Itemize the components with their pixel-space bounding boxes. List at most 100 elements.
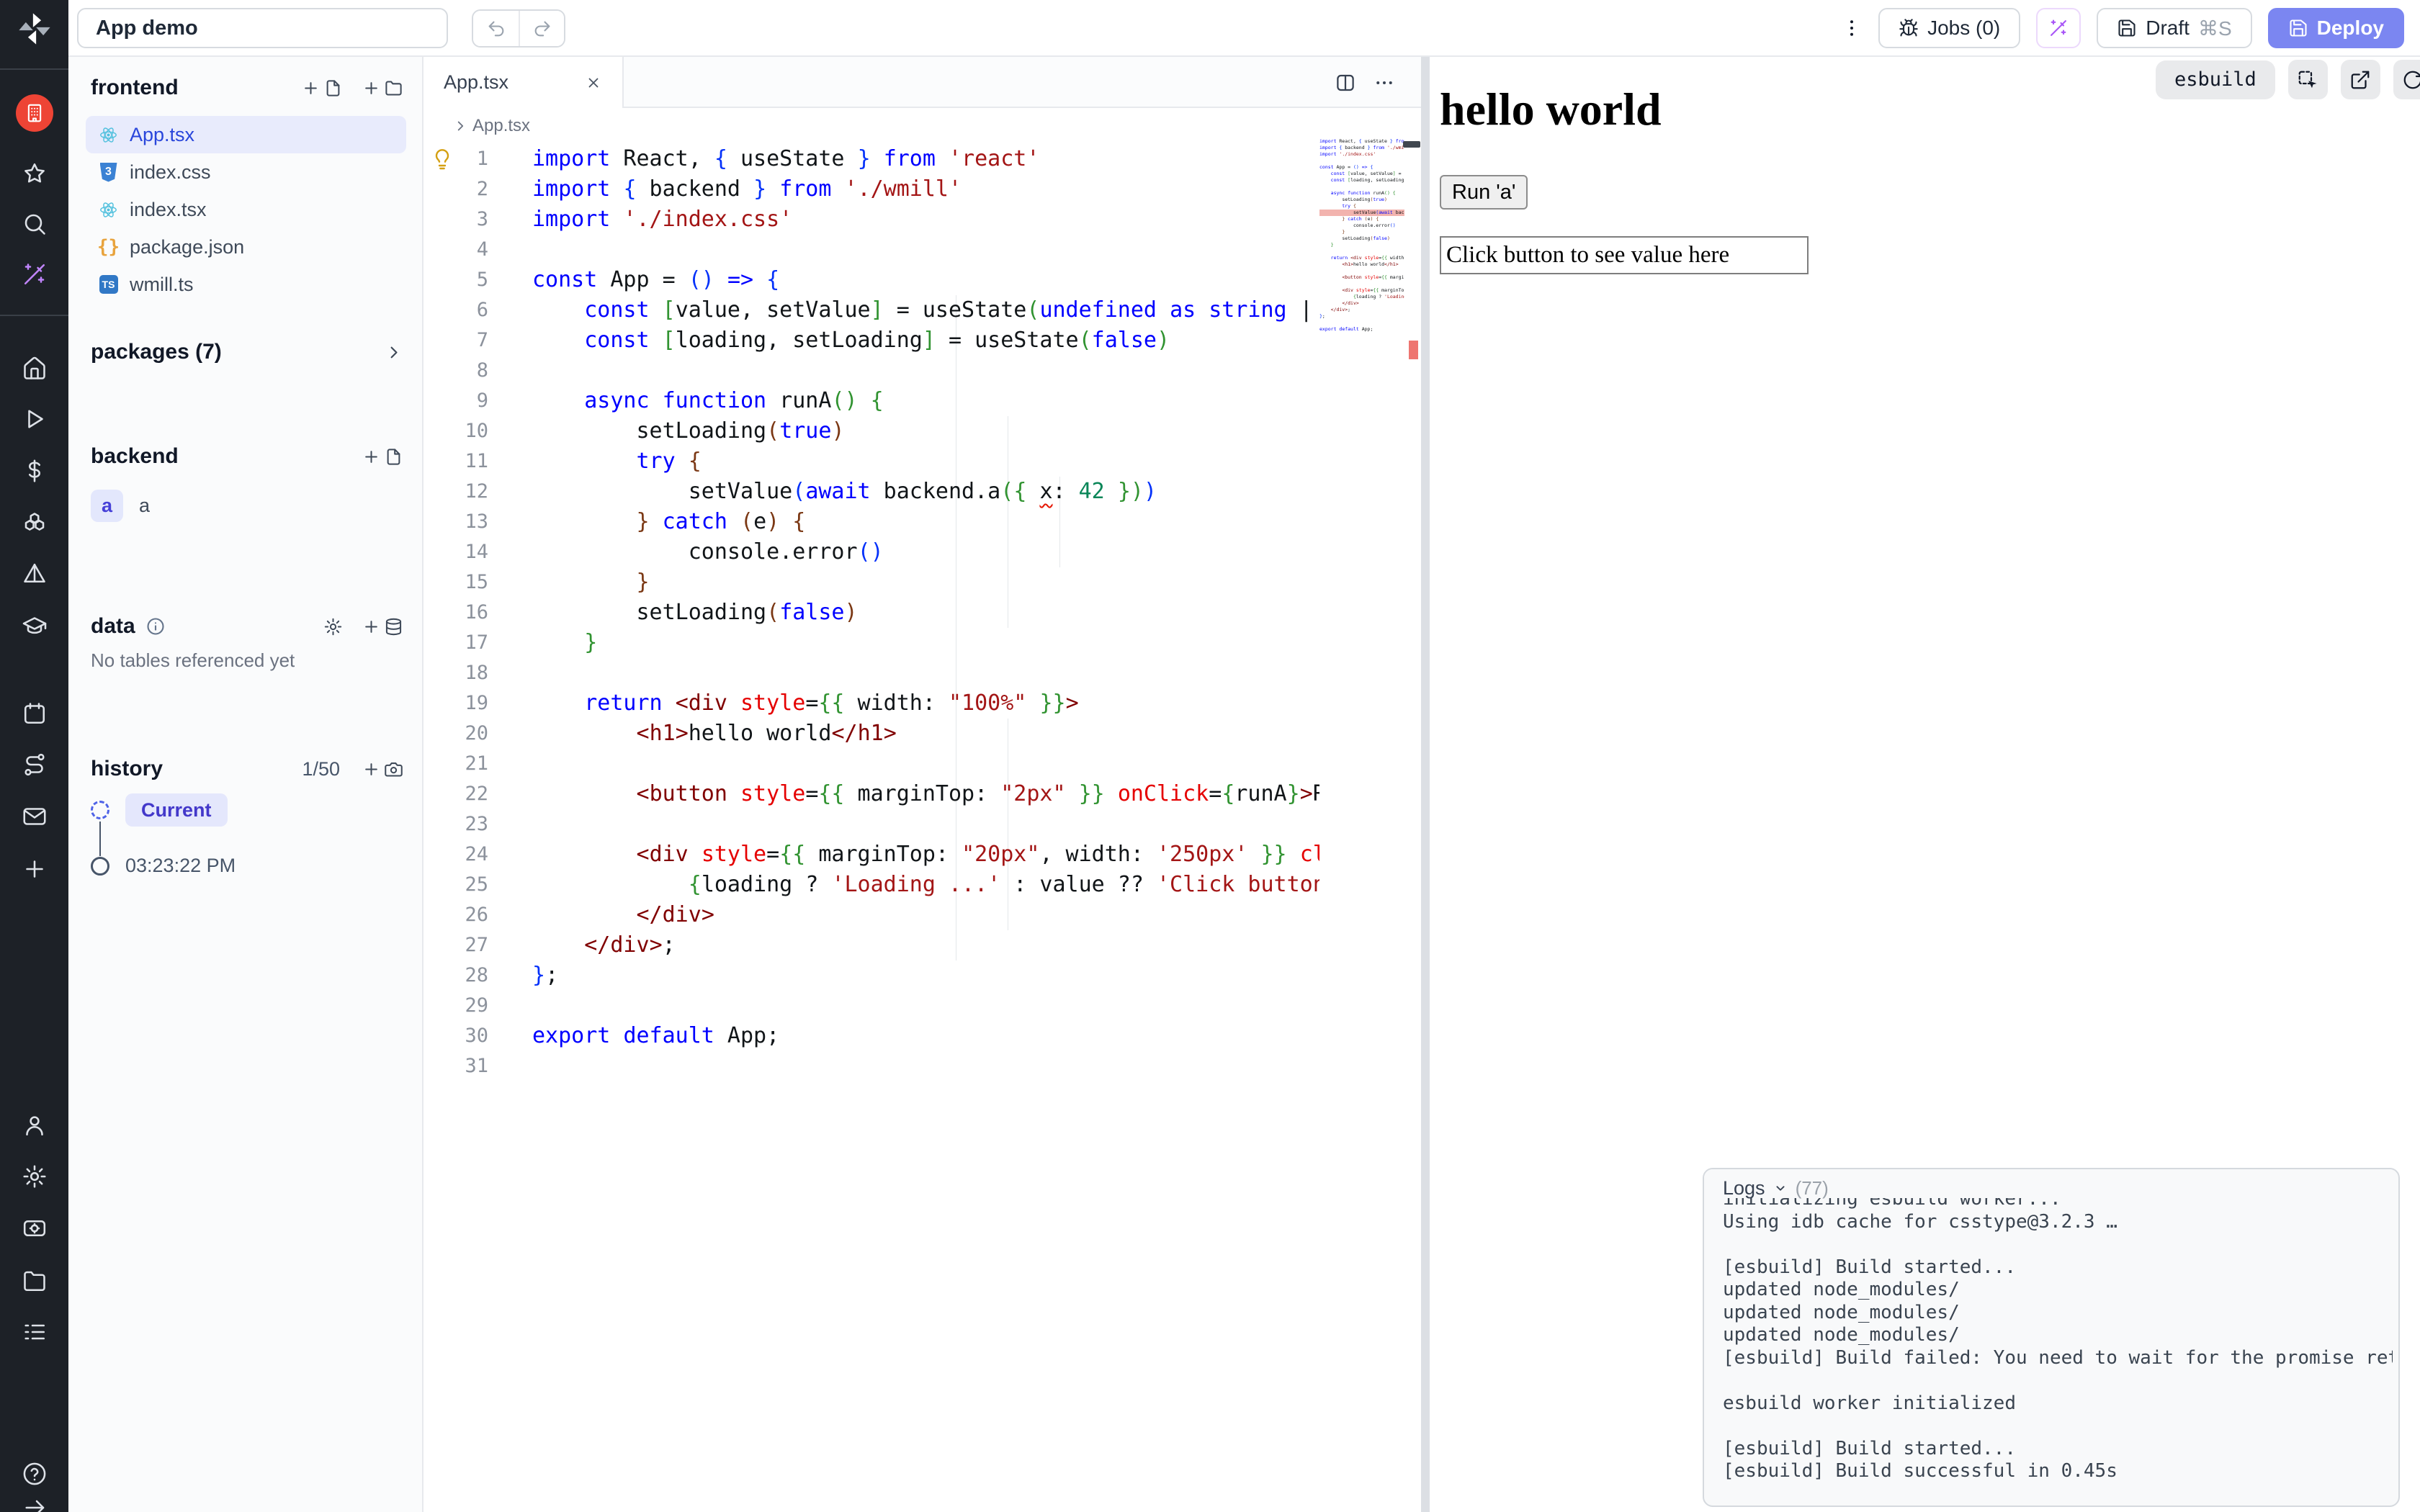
code-line-7: 7 const [loading, setLoading] = useState…: [424, 325, 1319, 356]
add-table-button[interactable]: [362, 617, 403, 636]
backend-script-badge: a: [91, 490, 123, 522]
file-row-index-css[interactable]: 3index.css: [86, 153, 406, 191]
more-menu-button[interactable]: [1841, 17, 1863, 39]
expand-packages-button[interactable]: [384, 343, 403, 362]
esbuild-badge: esbuild: [2156, 60, 2275, 99]
line-number: 18: [424, 658, 488, 688]
minimap-line: import { backend } from './wmill': [1319, 145, 1404, 151]
app-name-input[interactable]: [77, 8, 448, 48]
deploy-button[interactable]: Deploy: [2268, 8, 2404, 48]
file-icon: [384, 447, 403, 467]
folder-icon[interactable]: [0, 1264, 68, 1298]
file-row-wmill-ts[interactable]: TSwmill.ts: [86, 266, 406, 303]
frontend-title: frontend: [91, 76, 179, 100]
add-backend-script-button[interactable]: [362, 447, 403, 467]
editor-more-icon[interactable]: [1373, 72, 1395, 94]
add-file-button[interactable]: [301, 78, 343, 98]
calendar-icon[interactable]: [0, 696, 68, 731]
list-icon[interactable]: [0, 1315, 68, 1349]
close-tab-button[interactable]: [585, 74, 602, 91]
chevron-right-icon: [452, 118, 468, 134]
data-settings-button[interactable]: [323, 617, 343, 636]
graduation-cap-icon[interactable]: [0, 608, 68, 643]
history-current-dot: [91, 801, 109, 819]
history-entry-row[interactable]: 03:23:22 PM: [91, 855, 236, 877]
scrollbar-thumb[interactable]: [1403, 141, 1420, 148]
save-icon: [2288, 18, 2308, 38]
logs-body: initializing esbuild worker...Using idb …: [1723, 1188, 2393, 1501]
mail-icon[interactable]: [0, 799, 68, 834]
panel-resizer[interactable]: [1421, 57, 1430, 1512]
code-line-22: 22 <button style={{ marginTop: "2px" }} …: [424, 779, 1319, 809]
boxes-icon[interactable]: [0, 506, 68, 541]
search-icon[interactable]: [0, 207, 68, 241]
star-icon[interactable]: [0, 156, 68, 191]
open-external-button[interactable]: [2341, 60, 2380, 99]
user-icon[interactable]: [0, 1108, 68, 1143]
plus-icon[interactable]: [0, 852, 68, 886]
run-a-button[interactable]: Run 'a': [1440, 175, 1528, 210]
file-row-package-json[interactable]: {}package.json: [86, 228, 406, 266]
gear-icon[interactable]: [0, 1159, 68, 1194]
backend-script-row[interactable]: a a: [91, 490, 150, 522]
line-number: 11: [424, 446, 488, 477]
line-number: 22: [424, 779, 488, 809]
draft-button[interactable]: Draft ⌘S: [2097, 8, 2251, 48]
jobs-button[interactable]: Jobs (0): [1878, 8, 2020, 48]
code-line-15: 15 }: [424, 567, 1319, 598]
packages-section-header[interactable]: packages (7): [91, 336, 403, 368]
worker-group-icon[interactable]: [0, 1211, 68, 1246]
history-count: 1/50: [302, 758, 340, 780]
building-icon[interactable]: [0, 96, 68, 130]
minimap[interactable]: import React, { useState } from 'react'i…: [1319, 138, 1404, 354]
line-number: 1: [424, 144, 488, 174]
minimap-line: setLoading(true): [1319, 197, 1404, 203]
pyramid-icon[interactable]: [0, 557, 68, 592]
editor-tab-bar: App.tsx: [424, 57, 1421, 108]
history-current-badge[interactable]: Current: [125, 793, 228, 827]
line-number: 15: [424, 567, 488, 598]
ai-wand-button[interactable]: [2036, 8, 2081, 48]
code-line-11: 11 try {: [424, 446, 1319, 477]
code-line-21: 21: [424, 749, 1319, 779]
arrow-right-icon[interactable]: [0, 1490, 68, 1512]
minimap-line: [1319, 158, 1404, 164]
redo-button[interactable]: [519, 11, 564, 46]
route-icon[interactable]: [0, 747, 68, 782]
file-row-index-tsx[interactable]: index.tsx: [86, 191, 406, 228]
history-entry-dot: [91, 857, 109, 876]
data-section-header: data: [91, 611, 403, 642]
minimap-line: return <div style={{ width: "100%" }}>: [1319, 255, 1404, 261]
undo-button[interactable]: [473, 11, 519, 46]
undo-icon: [486, 19, 506, 39]
logo-icon[interactable]: [0, 12, 68, 46]
data-empty-text: No tables referenced yet: [91, 649, 295, 672]
data-info-button[interactable]: [145, 616, 166, 636]
file-row-app-tsx[interactable]: App.tsx: [86, 116, 406, 153]
tab-app-tsx[interactable]: App.tsx: [424, 57, 624, 108]
logs-dropdown-button[interactable]: [1773, 1180, 1788, 1196]
minimap-line: [1319, 184, 1404, 190]
minimap-line: {loading ? 'Loading ...' : value ?? 'Cli…: [1319, 294, 1404, 300]
log-line: updated node_modules/: [1723, 1302, 2393, 1325]
code-line-24: 24 <div style={{ marginTop: "20px", widt…: [424, 840, 1319, 870]
code-area[interactable]: 1import React, { useState } from 'react'…: [424, 144, 1319, 1512]
refresh-preview-button[interactable]: [2393, 60, 2420, 99]
left-icon-rail: [0, 0, 68, 1512]
split-pane-icon[interactable]: [1335, 72, 1356, 94]
dollar-icon[interactable]: [0, 454, 68, 488]
code-line-29: 29: [424, 991, 1319, 1021]
react-icon: [99, 200, 118, 220]
play-icon[interactable]: [0, 402, 68, 436]
help-icon[interactable]: [0, 1457, 68, 1491]
minimap-line: <button style={{ marginTop: "2px" }} onC…: [1319, 274, 1404, 281]
code-editor[interactable]: App.tsx App.tsx 1import React, { useStat…: [424, 57, 1421, 1512]
home-icon[interactable]: [0, 351, 68, 386]
add-snapshot-button[interactable]: [362, 760, 403, 779]
code-line-9: 9 async function runA() {: [424, 386, 1319, 416]
add-folder-button[interactable]: [362, 78, 403, 98]
close-icon: [585, 74, 602, 91]
inspect-element-button[interactable]: [2288, 60, 2328, 99]
line-number: 29: [424, 991, 488, 1021]
wand-icon[interactable]: [0, 257, 68, 292]
